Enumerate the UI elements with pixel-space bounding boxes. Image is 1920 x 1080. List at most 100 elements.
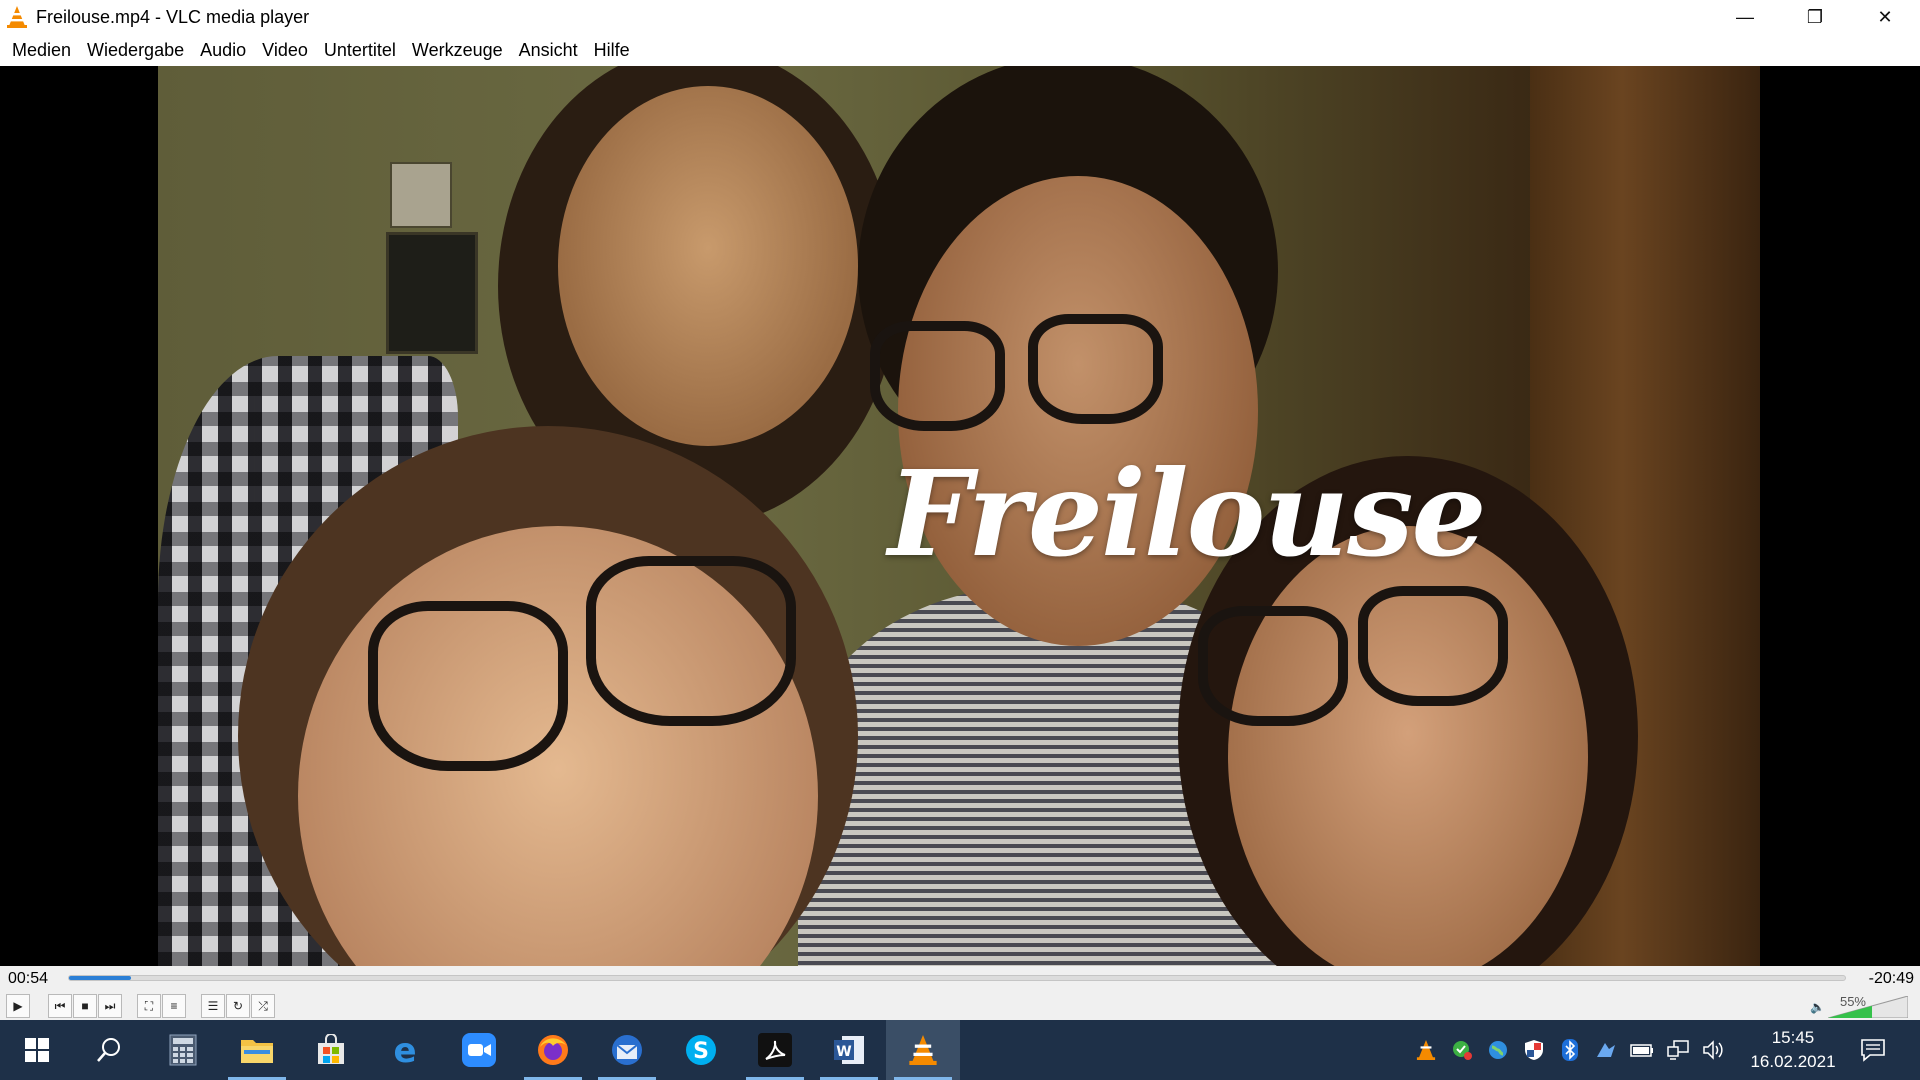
speaker-icon: 🔈	[1810, 1000, 1825, 1014]
menu-werkzeuge[interactable]: Werkzeuge	[404, 40, 511, 61]
taskbar-word[interactable]: W	[812, 1020, 886, 1080]
menu-video[interactable]: Video	[254, 40, 316, 61]
stop-icon: ■	[81, 999, 89, 1013]
notification-icon	[1861, 1039, 1885, 1062]
video-frame: Freilouse	[158, 66, 1760, 966]
tray-defender[interactable]	[1522, 1038, 1546, 1062]
minimize-button[interactable]: —	[1710, 0, 1780, 34]
glasses-lens	[870, 321, 1005, 431]
window-title: Freilouse.mp4 - VLC media player	[36, 6, 310, 27]
sync-icon	[1597, 1043, 1615, 1057]
windows-icon	[25, 1038, 49, 1062]
controls-row: ▶ ⏮ ■ ⏭ ⛶ ≡ ☰ ↻ ⤮ 🔈 55%	[0, 992, 1920, 1020]
menu-hilfe[interactable]: Hilfe	[586, 40, 638, 61]
tray-network-globe[interactable]	[1486, 1038, 1510, 1062]
network-icon	[1667, 1040, 1689, 1060]
extended-settings-button[interactable]: ≡	[162, 994, 186, 1018]
next-button[interactable]: ⏭	[98, 994, 122, 1018]
glasses-lens	[1358, 586, 1508, 706]
speaker-icon	[1703, 1040, 1723, 1060]
tray-battery[interactable]	[1630, 1038, 1654, 1062]
person-top-face	[558, 86, 858, 446]
word-icon: W	[834, 1036, 864, 1064]
play-icon: ▶	[13, 999, 23, 1013]
edge-icon: e	[393, 1034, 416, 1066]
search-button[interactable]	[72, 1020, 146, 1080]
fullscreen-button[interactable]: ⛶	[137, 994, 161, 1018]
vlc-cone-icon	[1416, 1040, 1436, 1060]
playlist-icon: ☰	[207, 999, 219, 1013]
globe-icon	[1489, 1041, 1507, 1059]
store-icon	[318, 1034, 344, 1064]
search-icon	[97, 1038, 120, 1062]
menu-ansicht[interactable]: Ansicht	[511, 40, 586, 61]
random-button[interactable]: ⤮	[251, 994, 275, 1018]
battery-icon	[1630, 1044, 1653, 1057]
seek-slider[interactable]	[68, 975, 1846, 981]
menu-untertitel[interactable]: Untertitel	[316, 40, 404, 61]
taskbar-store[interactable]	[294, 1020, 368, 1080]
shield-icon	[1525, 1040, 1543, 1060]
vlc-cone-icon	[7, 6, 27, 28]
video-poster-frame	[386, 232, 478, 354]
stop-button[interactable]: ■	[73, 994, 97, 1018]
svg-text:e: e	[393, 1034, 416, 1066]
action-center-button[interactable]	[1858, 1036, 1888, 1064]
start-button[interactable]	[0, 1020, 74, 1080]
taskbar-firefox[interactable]	[516, 1020, 590, 1080]
menu-wiedergabe[interactable]: Wiedergabe	[79, 40, 192, 61]
taskbar-thunderbird[interactable]	[590, 1020, 664, 1080]
previous-button[interactable]: ⏮	[48, 994, 72, 1018]
vlc-cone-icon	[909, 1035, 937, 1065]
acrobat-icon	[758, 1033, 792, 1067]
minimize-icon: —	[1736, 6, 1754, 27]
tray-security[interactable]	[1450, 1038, 1474, 1062]
taskbar-acrobat[interactable]	[738, 1020, 812, 1080]
play-button[interactable]: ▶	[6, 994, 30, 1018]
close-button[interactable]: ✕	[1850, 0, 1920, 34]
restore-icon: ❐	[1806, 6, 1824, 27]
playlist-button[interactable]: ☰	[201, 994, 225, 1018]
glasses-lens	[586, 556, 796, 726]
seek-progress	[69, 976, 132, 980]
security-check-icon	[1453, 1041, 1472, 1060]
taskbar-vlc[interactable]	[886, 1020, 960, 1080]
tray-bluetooth[interactable]	[1558, 1038, 1582, 1062]
remaining-time: -20:49	[1868, 970, 1914, 987]
taskbar-calculator[interactable]	[146, 1020, 220, 1080]
seek-row: 00:54 -20:49	[0, 966, 1920, 992]
folder-icon	[241, 1040, 273, 1063]
equalizer-icon: ≡	[170, 999, 178, 1013]
video-poster	[390, 162, 452, 228]
taskbar-clock[interactable]: 15:45 16.02.2021	[1738, 1026, 1848, 1074]
svg-text:S: S	[693, 1039, 709, 1064]
taskbar-file-explorer[interactable]	[220, 1020, 294, 1080]
volume-slider[interactable]: 🔈 55%	[1810, 994, 1914, 1018]
svg-text:W: W	[836, 1044, 851, 1060]
taskbar-zoom[interactable]	[442, 1020, 516, 1080]
title-bar: Freilouse.mp4 - VLC media player — ❐ ✕	[0, 0, 1920, 34]
loop-button[interactable]: ↻	[226, 994, 250, 1018]
fullscreen-icon: ⛶	[144, 998, 154, 1013]
menu-bar: Medien Wiedergabe Audio Video Untertitel…	[0, 34, 1920, 66]
taskbar-edge[interactable]: e	[368, 1020, 442, 1080]
menu-audio[interactable]: Audio	[192, 40, 254, 61]
video-area[interactable]: Freilouse	[0, 66, 1920, 966]
elapsed-time: 00:54	[8, 970, 49, 987]
clock-date: 16.02.2021	[1750, 1052, 1836, 1071]
tray-volume[interactable]	[1702, 1038, 1726, 1062]
restore-button[interactable]: ❐	[1780, 0, 1850, 34]
close-icon: ✕	[1877, 6, 1893, 27]
tray-sync[interactable]	[1594, 1038, 1618, 1062]
tray-vlc[interactable]	[1414, 1038, 1438, 1062]
zoom-icon	[462, 1033, 496, 1067]
clock-time: 15:45	[1771, 1028, 1815, 1047]
video-overlay-title: Freilouse	[888, 444, 1487, 583]
taskbar-skype[interactable]: S	[664, 1020, 738, 1080]
glasses-lens	[1198, 606, 1348, 726]
menu-medien[interactable]: Medien	[4, 40, 79, 61]
firefox-icon	[538, 1035, 568, 1065]
shuffle-icon: ⤮	[258, 998, 268, 1013]
loop-icon: ↻	[232, 999, 244, 1013]
tray-network[interactable]	[1666, 1038, 1690, 1062]
